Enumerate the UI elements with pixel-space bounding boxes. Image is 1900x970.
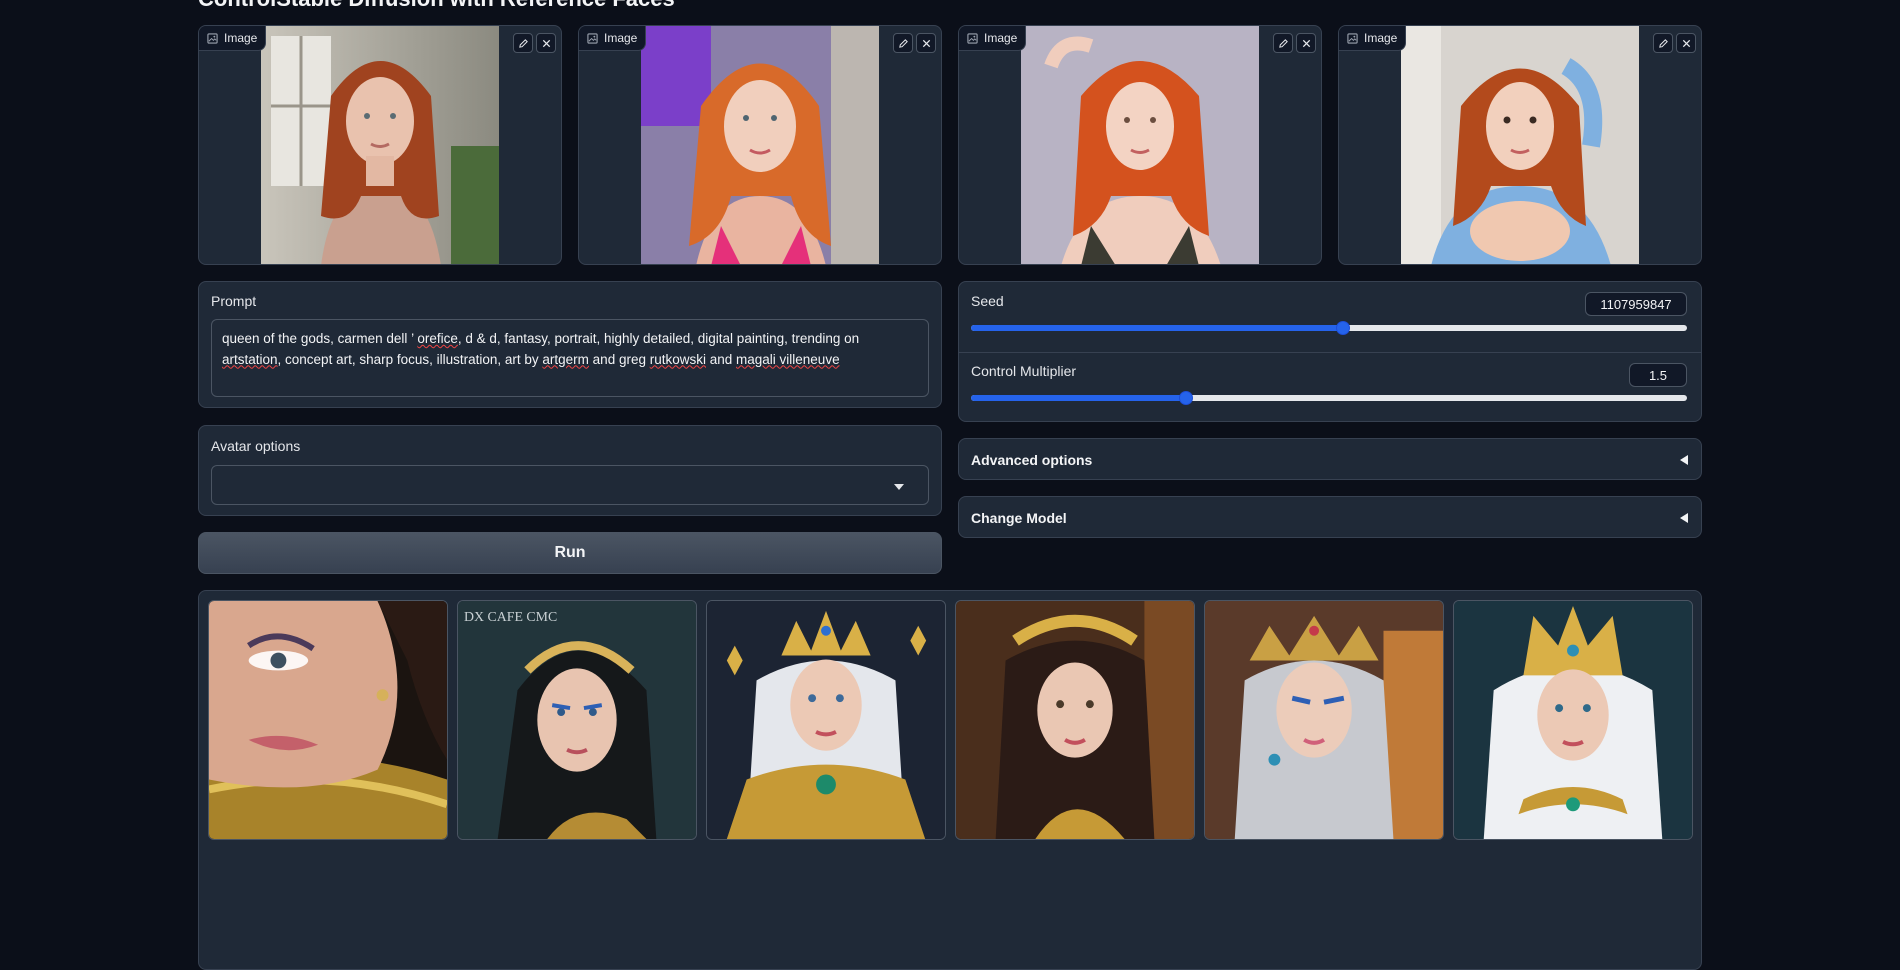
avatar-options-dropdown[interactable]	[211, 465, 929, 505]
edit-image-button[interactable]	[513, 33, 533, 53]
misspelled-word: rutkowski	[649, 351, 706, 367]
edit-image-button[interactable]	[1273, 33, 1293, 53]
generated-image	[1205, 601, 1443, 839]
input-image-card-1[interactable]: Image	[198, 25, 562, 265]
edit-image-button[interactable]	[1653, 33, 1673, 53]
image-icon	[587, 32, 598, 44]
image-icon	[207, 32, 218, 44]
close-icon	[542, 39, 550, 47]
avatar-options-panel: Avatar options	[198, 425, 942, 516]
prompt-label: Prompt	[211, 293, 257, 309]
gallery-thumbnail[interactable]	[1204, 600, 1444, 840]
prompt-text: , concept art, sharp focus, illustration…	[277, 351, 543, 367]
image-tag: Image	[959, 26, 1027, 51]
image-tag-label: Image	[1364, 31, 1398, 45]
advanced-options-label: Advanced options	[971, 452, 1093, 468]
gallery-thumbnail[interactable]	[706, 600, 946, 840]
image-tag-label: Image	[224, 31, 258, 45]
portrait-image	[641, 26, 879, 264]
seed-slider-thumb[interactable]	[1336, 321, 1351, 335]
input-image-card-3[interactable]: Image	[958, 25, 1322, 265]
generated-image	[1454, 601, 1692, 839]
chevron-down-icon	[894, 484, 904, 490]
close-icon	[1682, 39, 1690, 47]
image-icon	[1347, 32, 1358, 44]
gallery-thumbnail[interactable]: DX CAFE CMC	[457, 600, 697, 840]
close-icon	[922, 39, 930, 47]
remove-image-button[interactable]	[1676, 33, 1696, 53]
gallery-thumbnail[interactable]	[1453, 600, 1693, 840]
output-gallery: DX CAFE CMC	[198, 590, 1702, 970]
run-button[interactable]: Run	[198, 532, 942, 574]
image-tag-label: Image	[984, 31, 1018, 45]
collapse-arrow-icon	[1680, 513, 1688, 523]
advanced-options-accordion[interactable]: Advanced options	[958, 438, 1702, 480]
seed-slider[interactable]	[971, 321, 1687, 335]
pencil-icon	[898, 38, 908, 48]
change-model-label: Change Model	[971, 510, 1067, 526]
input-image-card-4[interactable]: Image	[1338, 25, 1702, 265]
control-multiplier-slider-thumb[interactable]	[1178, 391, 1193, 405]
generated-image	[209, 601, 447, 839]
seed-number-input[interactable]: 1107959847	[1585, 292, 1687, 316]
sliders-panel: Seed 1107959847 Control Multiplier 1.5	[958, 281, 1702, 422]
change-model-accordion[interactable]: Change Model	[958, 496, 1702, 538]
close-icon	[1302, 39, 1310, 47]
pencil-icon	[518, 38, 528, 48]
collapse-arrow-icon	[1680, 455, 1688, 465]
page-title: ControlStable Diffusion with Reference F…	[198, 0, 675, 12]
prompt-text: queen of the gods, carmen dell ’	[222, 331, 418, 346]
gallery-thumbnail[interactable]	[955, 600, 1195, 840]
image-tag: Image	[579, 26, 647, 51]
remove-image-button[interactable]	[536, 33, 556, 53]
avatar-options-label: Avatar options	[211, 438, 301, 454]
prompt-textarea[interactable]: queen of the gods, carmen dell ’ orefice…	[211, 319, 929, 397]
image-icon	[967, 32, 978, 44]
misspelled-word: artgerm	[542, 351, 589, 367]
gallery-thumbnail[interactable]	[208, 600, 448, 840]
pencil-icon	[1278, 38, 1288, 48]
misspelled-word: artstation	[222, 351, 278, 367]
prompt-panel: Prompt queen of the gods, carmen dell ’ …	[198, 281, 942, 408]
edit-image-button[interactable]	[893, 33, 913, 53]
generated-image	[956, 601, 1194, 839]
prompt-text: and greg	[588, 351, 650, 367]
generated-image: DX CAFE CMC	[458, 601, 696, 839]
remove-image-button[interactable]	[916, 33, 936, 53]
control-multiplier-label: Control Multiplier	[971, 363, 1077, 379]
portrait-image	[1021, 26, 1259, 264]
seed-label: Seed	[971, 293, 1004, 309]
control-multiplier-slider[interactable]	[971, 391, 1687, 405]
misspelled-word: orefice	[417, 331, 458, 346]
portrait-image	[261, 26, 499, 264]
divider	[959, 352, 1701, 353]
image-tag: Image	[199, 26, 267, 51]
generated-image	[707, 601, 945, 839]
watermark: DX CAFE CMC	[464, 610, 557, 625]
input-image-card-2[interactable]: Image	[578, 25, 942, 265]
portrait-image	[1401, 26, 1639, 264]
image-tag: Image	[1339, 26, 1407, 51]
pencil-icon	[1658, 38, 1668, 48]
misspelled-word: magali villeneuve	[736, 351, 840, 367]
control-multiplier-number-input[interactable]: 1.5	[1629, 363, 1687, 387]
prompt-text: and	[705, 351, 737, 367]
control-multiplier-slider-fill	[971, 395, 1186, 401]
remove-image-button[interactable]	[1296, 33, 1316, 53]
prompt-text: , d & d, fantasy, portrait, highly detai…	[457, 331, 860, 346]
seed-slider-fill	[971, 325, 1344, 331]
image-tag-label: Image	[604, 31, 638, 45]
